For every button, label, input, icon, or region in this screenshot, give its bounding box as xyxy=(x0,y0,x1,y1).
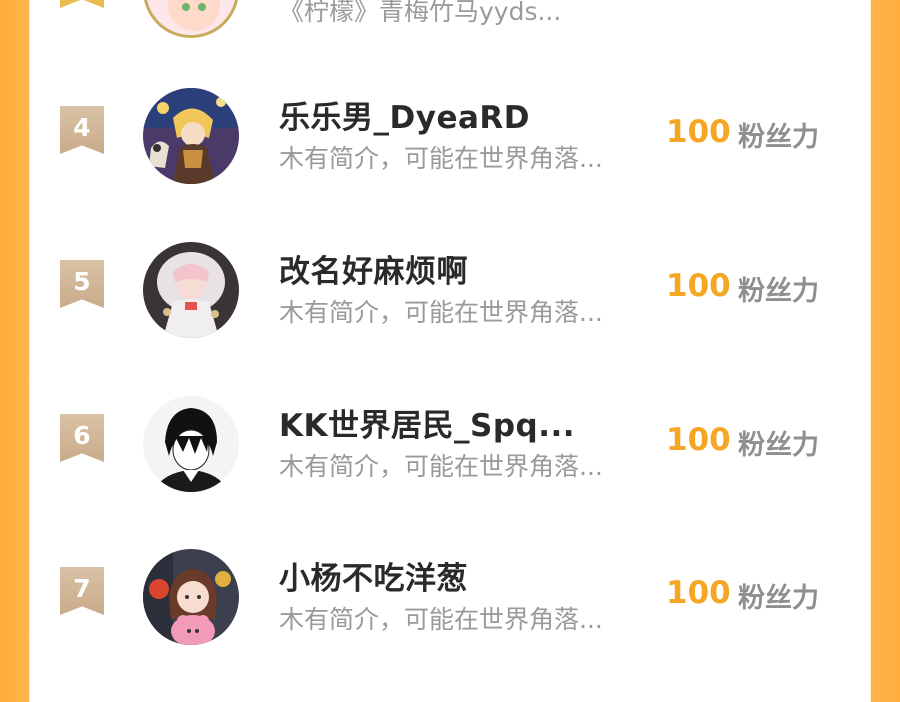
leaderboard-row[interactable]: 6 KK世界居民_Spq... 木有简介，可能在世界角落... 100 粉丝力 xyxy=(30,387,870,507)
avatar[interactable] xyxy=(143,0,239,38)
avatar[interactable] xyxy=(143,549,239,645)
user-bio: 木有简介，可能在世界角落... xyxy=(279,452,603,481)
avatar[interactable] xyxy=(143,88,239,184)
fan-power-value: 100 xyxy=(666,422,731,458)
leaderboard-row[interactable]: 5 改名好麻烦啊 木有简介，可能在世界角落... 100 粉丝力 xyxy=(30,233,870,353)
leaderboard-row[interactable]: 7 小杨不吃洋葱 木有简介，可能在世界角落... 100 粉丝力 xyxy=(30,540,870,660)
user-name[interactable]: 小杨不吃洋葱 xyxy=(279,553,468,598)
avatar[interactable] xyxy=(143,396,239,492)
leaderboard-row[interactable]: 4 乐乐男_DyeaRD 木有简介，可能在世界角落... 100 粉丝力 xyxy=(30,79,870,199)
fan-power-label: 粉丝力 xyxy=(738,276,819,307)
user-name[interactable]: KK世界居民_Spq... xyxy=(279,400,575,445)
rank-badge: 7 xyxy=(60,567,104,615)
rank-badge-gold xyxy=(60,0,104,8)
fan-power-value: 100 xyxy=(666,575,731,611)
user-bio: 木有简介，可能在世界角落... xyxy=(279,298,603,327)
fan-power-value: 100 xyxy=(666,268,731,304)
user-name[interactable]: 乐乐男_DyeaRD xyxy=(279,92,530,137)
user-name[interactable]: 改名好麻烦啊 xyxy=(279,246,468,291)
rank-badge: 6 xyxy=(60,414,104,462)
leaderboard-panel: 《柠檬》青梅竹马yyds... 4 乐乐男_DyeaRD 木有简介，可能在世界角… xyxy=(30,0,870,702)
fan-power-label: 粉丝力 xyxy=(738,430,819,461)
fan-power-label: 粉丝力 xyxy=(738,122,819,153)
rank-badge: 4 xyxy=(60,106,104,154)
user-bio: 木有简介，可能在世界角落... xyxy=(279,144,603,173)
fan-power-label: 粉丝力 xyxy=(738,583,819,614)
user-bio: 木有简介，可能在世界角落... xyxy=(279,605,603,634)
user-bio: 《柠檬》青梅竹马yyds... xyxy=(279,0,562,26)
avatar[interactable] xyxy=(143,242,239,338)
fan-power-value: 100 xyxy=(666,114,731,150)
rank-badge: 5 xyxy=(60,260,104,308)
